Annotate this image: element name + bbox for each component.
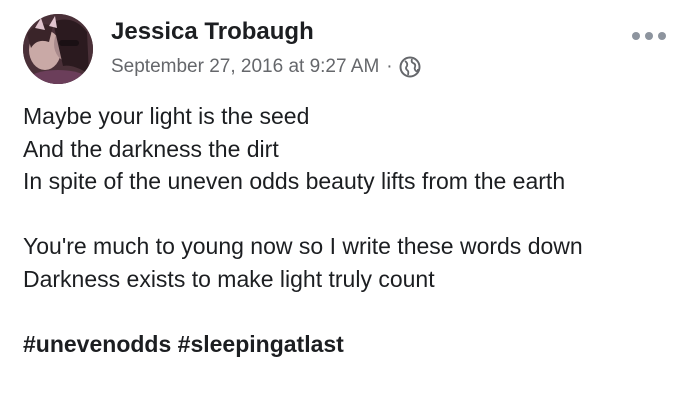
more-options-button[interactable] bbox=[632, 26, 666, 46]
post-line: Darkness exists to make light truly coun… bbox=[23, 265, 435, 292]
more-dot-icon bbox=[658, 32, 666, 40]
profile-photo-icon bbox=[23, 14, 93, 84]
post-line: In spite of the uneven odds beauty lifts… bbox=[23, 168, 566, 194]
post-line: You're much to young now so I write thes… bbox=[23, 233, 583, 259]
post-body: Maybe your light is the seed And the dar… bbox=[23, 100, 663, 360]
facebook-post: Jessica Trobaugh September 27, 2016 at 9… bbox=[0, 0, 685, 408]
more-dot-icon bbox=[645, 32, 653, 40]
paragraph-break bbox=[23, 198, 663, 231]
meta-separator: · bbox=[386, 56, 393, 77]
avatar[interactable] bbox=[23, 14, 93, 84]
post-line: Maybe your light is the seed bbox=[23, 103, 310, 129]
hashtag-link[interactable]: #unevenodds bbox=[23, 331, 171, 357]
hashtag-link[interactable]: #sleepingatlast bbox=[178, 331, 344, 357]
post-timestamp[interactable]: September 27, 2016 at 9:27 AM bbox=[111, 56, 379, 78]
post-meta: September 27, 2016 at 9:27 AM · bbox=[111, 54, 421, 80]
author-name[interactable]: Jessica Trobaugh bbox=[111, 18, 314, 46]
more-dot-icon bbox=[632, 32, 640, 40]
hashtag-row: #unevenodds #sleepingatlast bbox=[23, 328, 663, 361]
paragraph-break bbox=[23, 295, 663, 328]
globe-icon[interactable] bbox=[399, 56, 421, 78]
post-line: And the darkness the dirt bbox=[23, 135, 279, 162]
